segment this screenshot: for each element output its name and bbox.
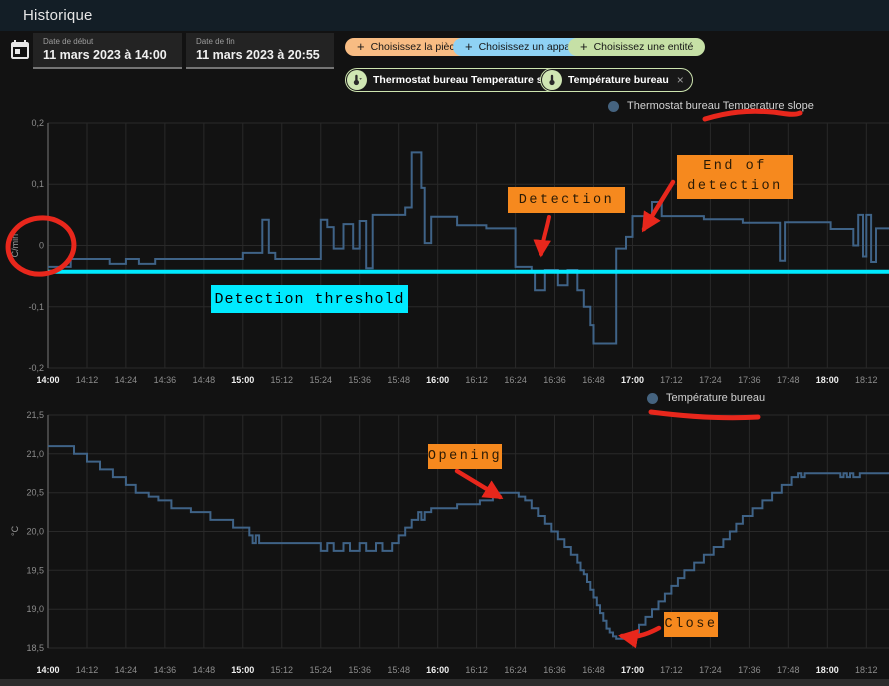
x-tick-label: 14:24: [115, 665, 138, 675]
choose-area-label: Choisissez la pièce: [371, 41, 461, 53]
y-tick-label: 20,5: [26, 488, 44, 498]
plus-icon: +: [357, 39, 365, 54]
x-tick-label: 14:48: [193, 665, 216, 675]
y-tick-label: 21,5: [26, 410, 44, 420]
x-tick-label: 15:00: [231, 665, 254, 675]
x-tick-label: 16:48: [582, 665, 605, 675]
y-tick-label: 21,0: [26, 449, 44, 459]
x-tick-label: 18:00: [816, 665, 839, 675]
y-tick-label: -0,1: [28, 302, 44, 312]
thermometer-icon: [542, 70, 562, 90]
x-tick-label: 15:24: [310, 665, 333, 675]
x-tick-label: 14:00: [36, 665, 59, 675]
plus-icon: +: [580, 39, 588, 54]
history-page: Historique Date de début 11 mars 2023 à …: [0, 0, 889, 686]
thermometer-chevron-icon: [347, 70, 367, 90]
y-tick-label: 19,5: [26, 565, 44, 575]
x-tick-label: 15:48: [387, 665, 410, 675]
choose-entity-label: Choisissez une entité: [594, 41, 694, 53]
close-icon[interactable]: ×: [677, 73, 684, 87]
x-tick-label: 17:36: [738, 665, 761, 675]
x-tick-label: 16:48: [582, 375, 605, 385]
entity-chip-temperature[interactable]: Température bureau ×: [540, 68, 693, 92]
x-tick-label: 14:12: [76, 665, 99, 675]
x-tick-label: 14:24: [115, 375, 138, 385]
chart-canvas-slope[interactable]: 14:00 14:12 14:24 14:36 14:48 15:00 15:12 15:24…: [0, 95, 889, 392]
chart-temperature: Température bureau °C 14:0014:1214:2414:…: [0, 392, 889, 686]
x-tick-label: 14:00: [36, 375, 59, 385]
x-tick-label: 15:36: [348, 375, 371, 385]
legend-temperature[interactable]: Température bureau: [647, 392, 765, 404]
x-tick-label: 18:12: [855, 375, 878, 385]
x-tick-label: 16:24: [504, 375, 527, 385]
y-tick-label: 0,1: [31, 179, 44, 189]
calendar-icon[interactable]: [8, 38, 32, 62]
x-tick-label: 16:36: [543, 665, 566, 675]
y-tick-label: 0: [39, 241, 44, 251]
x-tick-label: 18:00: [816, 375, 839, 385]
x-tick-label: 15:36: [348, 665, 371, 675]
x-tick-label: 17:48: [777, 375, 800, 385]
choose-entity-button[interactable]: + Choisissez une entité: [568, 38, 705, 56]
date-start-value: 11 mars 2023 à 14:00: [43, 48, 167, 62]
y-tick-label: 18,5: [26, 643, 44, 653]
x-tick-label: 18:12: [855, 665, 878, 675]
entity-chip-label: Thermostat bureau Temperature slope: [373, 74, 564, 86]
series-line: [48, 152, 889, 343]
legend-label: Thermostat bureau Temperature slope: [627, 100, 814, 112]
x-tick-label: 16:00: [426, 375, 449, 385]
x-tick-label: 16:00: [426, 665, 449, 675]
series-line: [48, 446, 889, 639]
x-tick-label: 16:12: [465, 665, 488, 675]
date-end-field[interactable]: Date de fin 11 mars 2023 à 20:55: [186, 33, 334, 69]
x-tick-label: 15:12: [271, 375, 294, 385]
x-tick-label: 14:36: [154, 665, 177, 675]
x-tick-label: 15:24: [310, 375, 333, 385]
x-tick-label: 15:48: [387, 375, 410, 385]
x-tick-label: 14:12: [76, 375, 99, 385]
x-tick-label: 14:48: [193, 375, 216, 385]
x-tick-label: 16:24: [504, 665, 527, 675]
x-tick-label: 14:36: [154, 375, 177, 385]
x-tick-label: 17:24: [699, 375, 722, 385]
legend-dot: [608, 101, 619, 112]
x-tick-label: 17:12: [660, 375, 683, 385]
legend-dot: [647, 393, 658, 404]
y-axis-unit-label: °C/min: [10, 221, 20, 273]
x-tick-label: 17:12: [660, 665, 683, 675]
x-tick-label: 17:00: [621, 375, 644, 385]
plus-icon: +: [465, 39, 473, 54]
x-tick-label: 16:36: [543, 375, 566, 385]
y-tick-label: 20,0: [26, 527, 44, 537]
chart-temperature-slope: Thermostat bureau Temperature slope °C/m…: [0, 95, 889, 392]
y-tick-label: 19,0: [26, 604, 44, 614]
app-header: Historique: [0, 0, 889, 31]
x-tick-label: 15:00: [231, 375, 254, 385]
entity-chip-label: Température bureau: [568, 74, 669, 86]
page-title: Historique: [23, 7, 93, 24]
date-end-label: Date de fin: [196, 37, 235, 46]
y-tick-label: -0,2: [28, 363, 44, 373]
date-start-field[interactable]: Date de début 11 mars 2023 à 14:00: [33, 33, 182, 69]
x-tick-label: 15:12: [271, 665, 294, 675]
x-tick-label: 17:24: [699, 665, 722, 675]
date-start-label: Date de début: [43, 37, 93, 46]
bottom-scroll-edge: [0, 679, 889, 686]
x-tick-label: 17:48: [777, 665, 800, 675]
x-tick-label: 17:00: [621, 665, 644, 675]
legend-temperature-slope[interactable]: Thermostat bureau Temperature slope: [608, 100, 814, 112]
chart-canvas-temperature[interactable]: 14:00 14:12 14:24 14:36 14:48 15:00 15:12 15:24…: [0, 392, 889, 686]
y-tick-label: 0,2: [31, 118, 44, 128]
y-axis-unit-label: °C: [10, 520, 20, 542]
date-end-value: 11 mars 2023 à 20:55: [196, 48, 320, 62]
x-tick-label: 16:12: [465, 375, 488, 385]
legend-label: Température bureau: [666, 392, 765, 404]
x-tick-label: 17:36: [738, 375, 761, 385]
